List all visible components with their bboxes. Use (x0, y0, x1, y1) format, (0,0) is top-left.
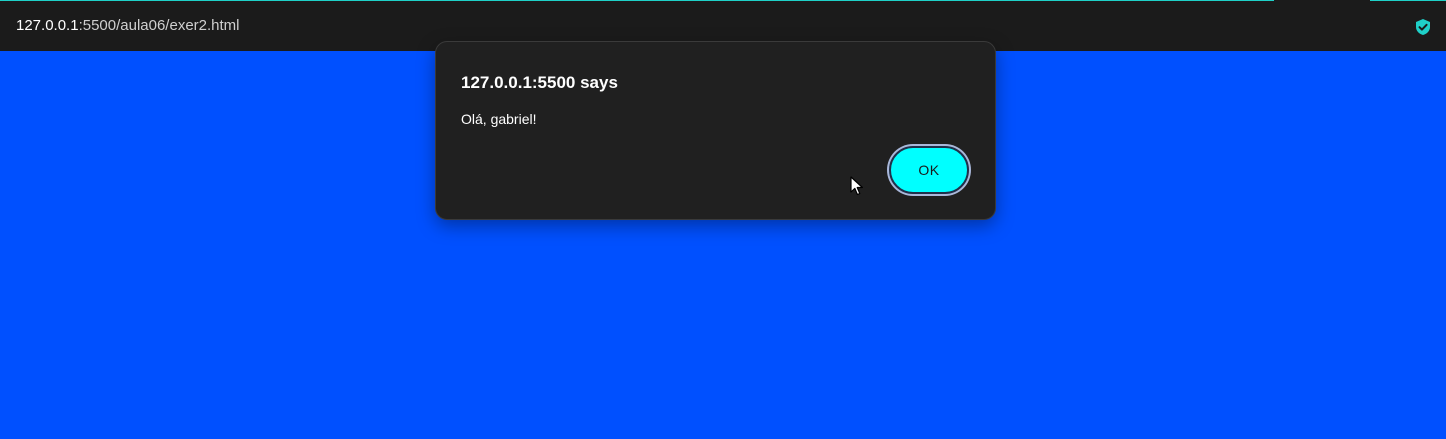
ok-button[interactable]: OK (889, 146, 969, 194)
dialog-title: 127.0.0.1:5500 says (461, 73, 618, 92)
shield-check-icon[interactable] (1414, 18, 1432, 36)
tab-accent-gap (1274, 0, 1370, 2)
alert-dialog: 127.0.0.1:5500 says Olá, gabriel! OK (435, 41, 996, 220)
url-text[interactable]: 127.0.0.1:5500/aula06/exer2.html (16, 17, 240, 35)
url-path: :5500/aula06/exer2.html (78, 17, 240, 34)
url-host: 127.0.0.1 (16, 17, 79, 34)
mouse-pointer-icon (850, 176, 863, 196)
dialog-message: Olá, gabriel! (461, 111, 537, 127)
